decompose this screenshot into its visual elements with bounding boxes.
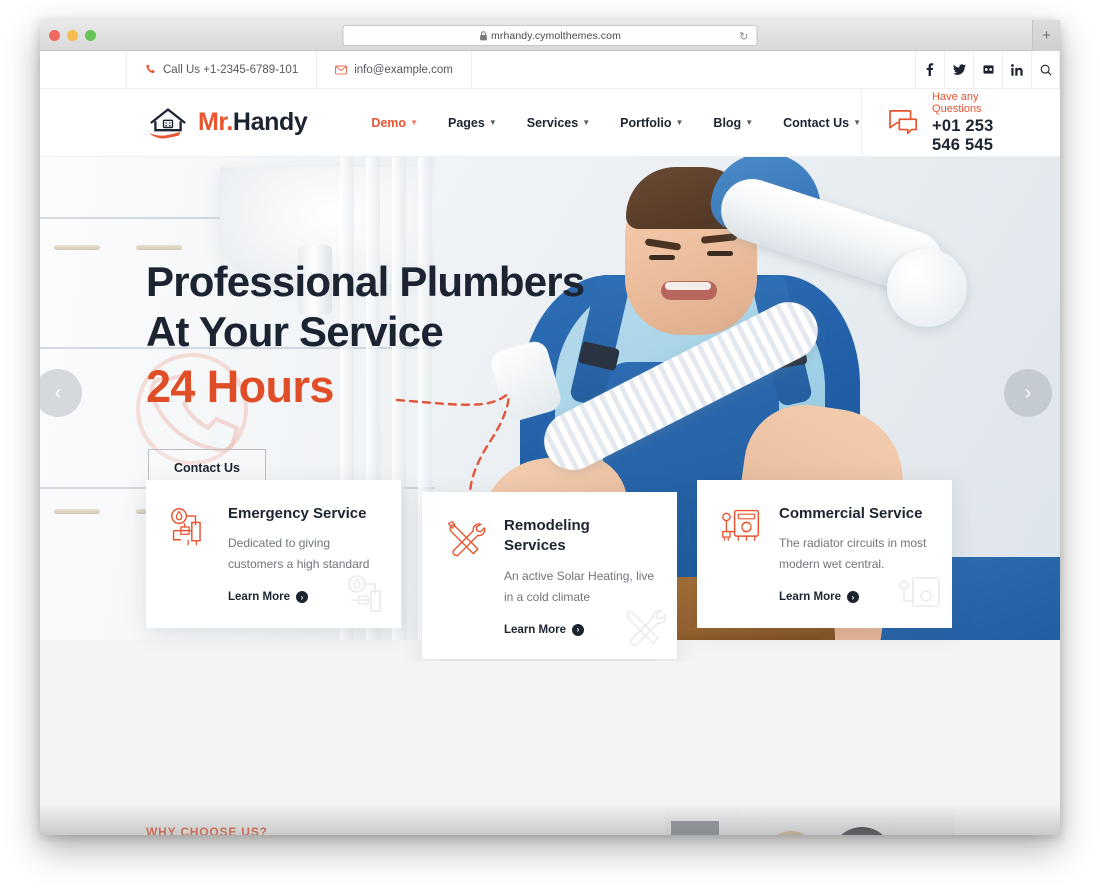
hero-title-line1: Professional Plumbers (146, 258, 585, 305)
house-logo-icon (149, 107, 186, 138)
logo-text-first: Mr. (198, 108, 233, 136)
header-questions-block[interactable]: Have any Questions +01 253 546 545 (861, 88, 1060, 157)
site-logo[interactable]: Mr.Handy (146, 105, 308, 141)
arrow-right-circle-icon: › (847, 591, 859, 604)
page-bottom-fade (40, 803, 1060, 835)
facebook-icon[interactable] (915, 51, 944, 88)
envelope-icon (335, 65, 348, 75)
logo-text-second: Handy (232, 108, 308, 136)
arrow-right-circle-icon: › (572, 623, 584, 636)
service-card-title: Remodeling Services (504, 517, 590, 555)
header-questions-text: Have any Questions +01 253 546 545 (932, 91, 1004, 155)
service-cards: Emergency Service Dedicated to giving cu… (40, 480, 1060, 660)
minimize-window-button[interactable] (67, 30, 78, 41)
service-card-body: Emergency Service Dedicated to giving cu… (228, 504, 379, 608)
boiler-meter-icon (719, 506, 763, 608)
service-card-learn-more[interactable]: Learn More › (228, 591, 308, 604)
site-topbar: Call Us +1-2345-6789-101 info@example.co… (40, 51, 1060, 89)
lock-icon (479, 30, 487, 40)
chat-bubble-icon (888, 109, 920, 137)
dribbble-icon[interactable] (973, 51, 1002, 88)
service-card-title: Commercial Service (779, 505, 923, 522)
address-bar[interactable]: mrhandy.cymolthemes.com ↻ (342, 25, 758, 46)
carousel-next-button[interactable]: › (1004, 369, 1052, 417)
chevron-down-icon: ▼ (853, 118, 862, 127)
service-card-learn-more[interactable]: Learn More › (504, 623, 584, 636)
topbar-contact-group: Call Us +1-2345-6789-101 info@example.co… (126, 51, 472, 88)
url-text: mrhandy.cymolthemes.com (491, 29, 621, 42)
close-window-button[interactable] (49, 30, 60, 41)
reload-icon[interactable]: ↻ (739, 30, 748, 43)
nav-item-blog-label: Blog (713, 115, 742, 130)
topbar-phone[interactable]: Call Us +1-2345-6789-101 (126, 51, 318, 88)
why-choose-us-section: WHY CHOOSE US? (40, 661, 1060, 835)
browser-window: mrhandy.cymolthemes.com ↻ + Call Us +1-2… (40, 20, 1060, 835)
service-card-desc: An active Solar Heating, live in a cold … (504, 568, 655, 604)
service-card-commercial[interactable]: Commercial Service The radiator circuits… (697, 480, 952, 628)
service-card-desc: The radiator circuits in most modern wet… (779, 536, 927, 572)
service-card-remodeling[interactable]: Remodeling Services An active Solar Heat… (422, 492, 677, 659)
nav-item-pages[interactable]: Pages ▼ (448, 116, 497, 130)
questions-label: Have any Questions (932, 90, 982, 115)
nav-item-services[interactable]: Services ▼ (527, 116, 590, 130)
hero-highlight: 24 Hours (146, 361, 334, 412)
nav-item-demo[interactable]: Demo ▼ (371, 116, 418, 130)
learn-more-label: Learn More (779, 591, 841, 604)
topbar-social-group (915, 51, 1060, 88)
chevron-down-icon: ▼ (410, 118, 418, 127)
search-icon[interactable] (1031, 51, 1060, 88)
logo-text: Mr.Handy (198, 108, 308, 137)
service-card-body: Commercial Service The radiator circuits… (779, 504, 930, 608)
nav-item-contact-us[interactable]: Contact Us ▼ (783, 116, 861, 130)
main-navigation: Demo ▼ Pages ▼ Services ▼ Portfolio ▼ Bl… (371, 116, 861, 130)
site-header: Mr.Handy Demo ▼ Pages ▼ Services ▼ Portf… (40, 88, 1060, 157)
chevron-down-icon: ▼ (582, 118, 591, 127)
service-card-emergency[interactable]: Emergency Service Dedicated to giving cu… (146, 480, 401, 628)
browser-titlebar: mrhandy.cymolthemes.com ↻ + (40, 20, 1060, 51)
chevron-down-icon: ▼ (488, 118, 497, 127)
nav-item-portfolio[interactable]: Portfolio ▼ (620, 116, 683, 130)
service-card-body: Remodeling Services An active Solar Heat… (504, 516, 655, 639)
page-viewport: Call Us +1-2345-6789-101 info@example.co… (40, 51, 1060, 835)
nav-item-blog[interactable]: Blog ▼ (713, 116, 753, 130)
service-card-learn-more[interactable]: Learn More › (779, 591, 859, 604)
nav-item-portfolio-label: Portfolio (620, 115, 672, 130)
maximize-window-button[interactable] (85, 30, 96, 41)
crossed-tools-icon (444, 518, 488, 639)
phone-icon (145, 64, 156, 75)
chevron-down-icon: ▼ (745, 118, 754, 127)
address-bar-text: mrhandy.cymolthemes.com (479, 30, 621, 42)
new-tab-button[interactable]: + (1032, 20, 1060, 51)
arrow-right-circle-icon: › (296, 591, 308, 604)
window-controls (49, 30, 96, 41)
chevron-down-icon: ▼ (675, 118, 684, 127)
nav-item-contact-us-label: Contact Us (783, 115, 850, 130)
learn-more-label: Learn More (504, 623, 566, 636)
service-card-desc: Dedicated to giving customers a high sta… (228, 536, 370, 572)
learn-more-label: Learn More (228, 591, 290, 604)
pipe-valve-icon (168, 506, 212, 608)
nav-item-pages-label: Pages (447, 115, 485, 130)
hero-title: Professional Plumbers At Your Service (146, 257, 585, 358)
nav-item-services-label: Services (526, 115, 579, 130)
hero-title-line2: At Your Service (146, 308, 444, 356)
service-card-title: Emergency Service (228, 505, 367, 522)
topbar-email[interactable]: info@example.com (317, 51, 472, 88)
topbar-email-text: info@example.com (354, 63, 453, 76)
questions-phone: +01 253 546 545 (932, 116, 994, 154)
linkedin-icon[interactable] (1002, 51, 1031, 88)
nav-item-demo-label: Demo (371, 115, 407, 130)
twitter-icon[interactable] (944, 51, 973, 88)
topbar-phone-text: Call Us +1-2345-6789-101 (163, 63, 299, 76)
